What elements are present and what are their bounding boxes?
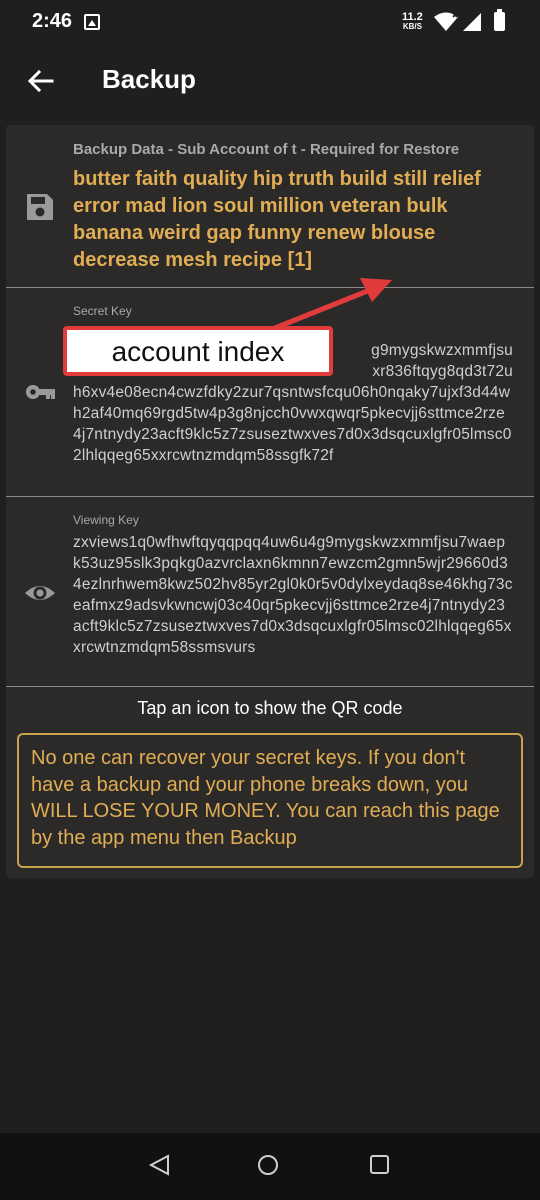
status-bar: 2:46 11.2 KB/S [0, 0, 540, 46]
warning-box: No one can recover your secret keys. If … [17, 733, 523, 868]
secret-key-row: Secret Key g9mygskwzxmmfjsu xr836ftqyg8q… [6, 288, 534, 497]
secret-key-line-rest: h6xv4e08ecn4cwzfdky2zur7qsntwsfcqu06h0nq… [73, 384, 512, 464]
page-title: Backup [102, 64, 196, 94]
nav-home-icon[interactable] [258, 1155, 278, 1175]
viewing-key-row: Viewing Key zxviews1q0wfhwftqyqqpqq4uw6u… [6, 497, 534, 687]
app-bar: Backup [0, 46, 540, 116]
key-icon[interactable] [24, 376, 56, 408]
gallery-notification-icon [84, 14, 100, 30]
backup-card: Backup Data - Sub Account of t - Require… [6, 125, 534, 878]
network-speed: 11.2 KB/S [402, 12, 423, 32]
seed-phrase: butter faith quality hip truth build sti… [73, 168, 481, 271]
qr-hint: Tap an icon to show the QR code [137, 698, 403, 718]
viewing-key-label: Viewing Key [73, 513, 139, 527]
back-button[interactable] [22, 64, 58, 100]
network-speed-unit: KB/S [402, 22, 422, 31]
battery-icon [494, 9, 505, 31]
eye-icon[interactable] [24, 577, 56, 609]
account-index-callout: account index [63, 326, 333, 376]
signal-icon [463, 13, 481, 31]
wifi-icon [434, 12, 458, 31]
viewing-key-value: zxviews1q0wfhwftqyqqpqq4uw6u4g9mygskwzxm… [73, 534, 513, 656]
nav-back-icon[interactable] [148, 1153, 172, 1177]
nav-recents-icon[interactable] [370, 1155, 389, 1174]
save-icon[interactable] [24, 191, 56, 223]
backup-data-row: Backup Data - Sub Account of t - Require… [6, 125, 534, 288]
secret-key-label: Secret Key [73, 304, 132, 318]
backup-data-label: Backup Data - Sub Account of t - Require… [73, 141, 460, 158]
status-time: 2:46 [32, 10, 73, 32]
network-speed-value: 11.2 [402, 11, 423, 23]
system-nav-bar [0, 1133, 540, 1200]
